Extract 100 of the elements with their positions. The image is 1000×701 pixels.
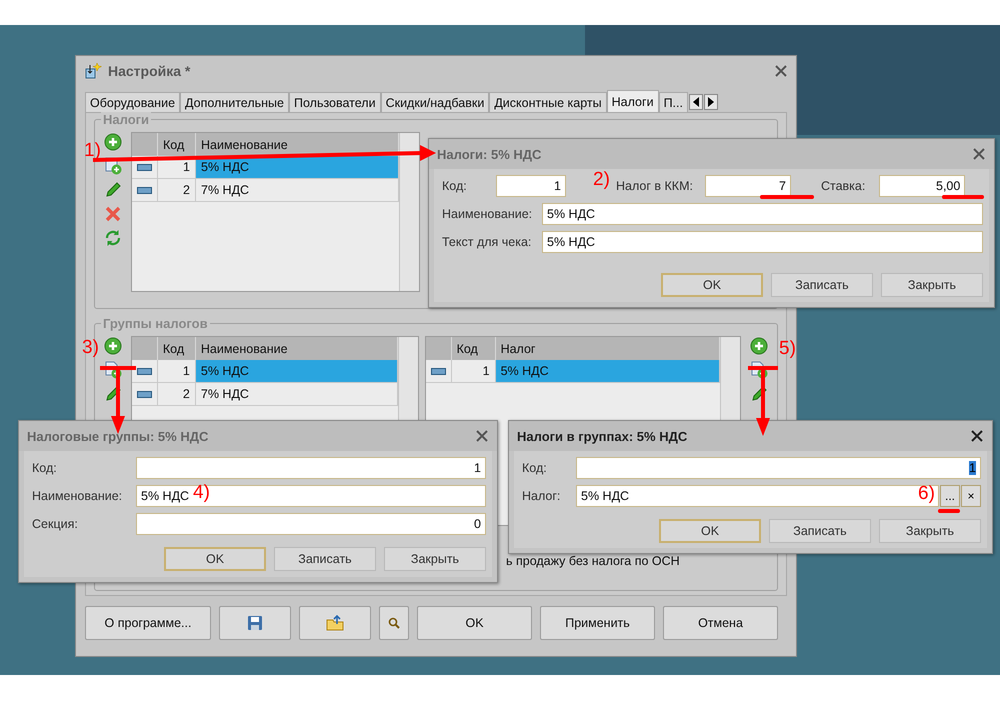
annotation-number: 2)	[593, 170, 610, 189]
table-cell[interactable]: 7% НДС	[196, 179, 399, 202]
dialog-title: Налоги в группах: 5% НДС	[517, 428, 688, 444]
group-title: Налоги	[101, 112, 152, 127]
tab[interactable]: П...	[658, 92, 688, 112]
input-field[interactable]: 1	[576, 457, 981, 479]
close-icon[interactable]	[774, 64, 788, 78]
table-cell: 2	[158, 179, 196, 202]
header-corner	[426, 337, 452, 360]
field-label: Текст для чека:	[442, 235, 532, 249]
button[interactable]: Закрыть	[881, 273, 983, 297]
column-header[interactable]: Код	[158, 337, 196, 360]
pencil-icon[interactable]	[104, 181, 122, 199]
button[interactable]: Применить	[540, 606, 655, 640]
annotation-underline	[760, 195, 814, 199]
add-document-icon[interactable]	[750, 361, 768, 379]
table-cell: 2	[158, 383, 196, 406]
row-marker-icon	[136, 368, 152, 374]
table-cell[interactable]: 5% НДС	[196, 156, 399, 179]
annotation-underline	[938, 509, 960, 513]
column-header[interactable]: Наименование	[196, 133, 399, 156]
folder-icon	[326, 615, 344, 631]
table-cell[interactable]: 5% НДС	[196, 360, 398, 383]
input-field[interactable]: 5% НДС	[542, 203, 983, 225]
clear-button[interactable]: ×	[961, 485, 981, 507]
scroll-right-button[interactable]	[704, 94, 718, 110]
input-field[interactable]: 1	[136, 457, 486, 479]
tab[interactable]: Налоги	[606, 90, 659, 112]
column-header[interactable]: Код	[158, 133, 196, 156]
add-icon[interactable]	[104, 133, 122, 151]
annotation-number: 3)	[82, 338, 99, 357]
selected-text: 1	[969, 461, 976, 475]
tab[interactable]: Оборудование	[85, 92, 180, 112]
column-header[interactable]: Код	[452, 337, 496, 360]
button[interactable]: Закрыть	[879, 519, 981, 543]
choose-button[interactable]: ...	[940, 485, 960, 507]
row-marker-icon	[137, 164, 152, 170]
tab[interactable]: Скидки/надбавки	[380, 92, 490, 112]
delete-icon[interactable]	[104, 205, 122, 223]
button[interactable]: Закрыть	[384, 547, 486, 571]
left-arrow-icon	[692, 97, 700, 107]
field-label: Код:	[442, 179, 468, 193]
field-label: Наименование:	[442, 207, 534, 221]
button[interactable]: О программе...	[85, 606, 211, 640]
button[interactable]: Записать	[771, 273, 873, 297]
header-corner	[132, 337, 158, 360]
pencil-icon[interactable]	[104, 385, 122, 403]
field-label: Ставка:	[820, 179, 866, 193]
export-button[interactable]	[299, 606, 371, 640]
row-marker-icon	[136, 390, 152, 398]
button[interactable]: Записать	[274, 547, 376, 571]
annotation-number: 6)	[918, 484, 935, 503]
button[interactable]: OK	[661, 273, 763, 297]
checkbox-label: ь продажу без налога по ОСН	[506, 554, 680, 568]
close-icon[interactable]	[475, 429, 489, 443]
tab[interactable]: Дисконтные карты	[489, 92, 607, 112]
field-label: Налог в ККМ:	[616, 179, 693, 193]
close-icon[interactable]	[972, 147, 986, 161]
scrollbar[interactable]	[399, 133, 419, 291]
annotation-underline	[942, 195, 984, 199]
group-title: Группы налогов	[101, 316, 210, 331]
add-icon[interactable]	[750, 337, 768, 355]
tab[interactable]: Дополнительные	[180, 92, 289, 112]
button[interactable]: Записать	[769, 519, 871, 543]
annotation-number: 4)	[193, 483, 210, 502]
row-marker-icon	[430, 368, 446, 374]
table-cell[interactable]: 5% НДС	[496, 360, 720, 383]
right-arrow-icon	[706, 97, 715, 107]
search-button[interactable]	[379, 606, 409, 640]
header-corner	[132, 133, 158, 156]
field-label: Наименование:	[32, 489, 124, 503]
table-cell[interactable]: 7% НДС	[196, 383, 398, 406]
tab[interactable]: Пользователи	[288, 92, 381, 112]
window-title: Настройка *	[108, 63, 192, 79]
field-label: Секция:	[32, 517, 79, 531]
row-marker-icon	[137, 186, 152, 194]
button[interactable]: Отмена	[663, 606, 778, 640]
button[interactable]: OK	[164, 547, 266, 571]
search-icon	[388, 617, 400, 629]
save-button[interactable]	[219, 606, 291, 640]
column-header[interactable]: Наименование	[196, 337, 398, 360]
button[interactable]: OK	[417, 606, 532, 640]
add-icon[interactable]	[104, 337, 122, 355]
scroll-left-button[interactable]	[688, 94, 703, 110]
button[interactable]: OK	[659, 519, 761, 543]
input-field[interactable]: 0	[136, 513, 486, 535]
annotation-number: 5)	[779, 339, 796, 358]
close-icon[interactable]	[970, 429, 984, 443]
input-field[interactable]: 7	[704, 175, 791, 197]
input-field[interactable]: 5,00	[879, 175, 966, 197]
annotation-arrow	[98, 366, 138, 434]
refresh-icon[interactable]	[104, 229, 122, 247]
field-label: Код:	[522, 461, 548, 475]
input-field[interactable]: 5% НДС	[542, 231, 983, 253]
field-label: Код:	[32, 461, 58, 475]
input-field[interactable]: 1	[496, 175, 566, 197]
add-document-icon[interactable]	[104, 361, 122, 379]
annotation-arrow	[746, 366, 780, 436]
column-header[interactable]: Налог	[496, 337, 720, 360]
dialog-title: Налоговые группы: 5% НДС	[27, 428, 210, 444]
